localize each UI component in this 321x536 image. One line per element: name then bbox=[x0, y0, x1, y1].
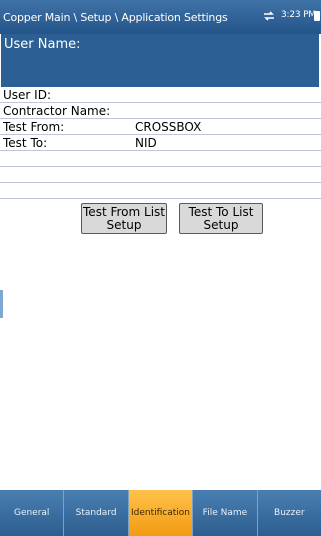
button-label-line2: Setup bbox=[203, 218, 239, 232]
clock-time: 3:23 PM bbox=[281, 10, 316, 20]
test-from-row[interactable]: Test From: CROSSBOX bbox=[0, 119, 321, 135]
test-to-row[interactable]: Test To: NID bbox=[0, 135, 321, 151]
tab-buzzer[interactable]: Buzzer bbox=[257, 490, 321, 536]
user-id-label: User ID: bbox=[3, 87, 51, 102]
user-name-label: User Name: bbox=[4, 37, 81, 52]
tab-general[interactable]: General bbox=[0, 490, 65, 536]
tab-label: General bbox=[13, 508, 50, 518]
tab-identification[interactable]: Identification bbox=[128, 490, 194, 536]
test-to-label: Test To: bbox=[3, 135, 48, 150]
tab-label: Buzzer bbox=[274, 508, 305, 518]
user-name-field[interactable]: User Name: bbox=[1, 34, 319, 87]
tab-file-name[interactable]: File Name bbox=[193, 490, 258, 536]
identification-form: User ID: Contractor Name: Test From: CRO… bbox=[0, 87, 321, 199]
empty-row[interactable] bbox=[0, 151, 321, 167]
user-id-row[interactable]: User ID: bbox=[0, 87, 321, 103]
empty-row[interactable] bbox=[0, 183, 321, 199]
side-scroll-indicator bbox=[0, 290, 3, 318]
tab-label: Identification bbox=[131, 508, 191, 518]
empty-row[interactable] bbox=[0, 167, 321, 183]
test-from-label: Test From: bbox=[3, 119, 65, 134]
test-from-value: CROSSBOX bbox=[135, 119, 202, 134]
title-bar: Copper Main \ Setup \ Application Settin… bbox=[0, 0, 321, 34]
test-to-list-setup-button[interactable]: Test To List Setup bbox=[179, 203, 263, 234]
test-to-value: NID bbox=[135, 135, 157, 150]
contractor-name-label: Contractor Name: bbox=[3, 103, 111, 118]
tab-label: File Name bbox=[202, 508, 248, 518]
usb-icon bbox=[264, 11, 274, 21]
tab-label: Standard bbox=[75, 508, 117, 518]
button-label-line2: Setup bbox=[106, 218, 142, 232]
list-setup-buttons: Test From List Setup Test To List Setup bbox=[0, 200, 321, 236]
settings-tab-bar: General Standard Identification File Nam… bbox=[0, 490, 321, 536]
test-from-list-setup-button[interactable]: Test From List Setup bbox=[81, 203, 167, 234]
contractor-name-row[interactable]: Contractor Name: bbox=[0, 103, 321, 119]
battery-icon bbox=[314, 11, 320, 21]
tab-standard[interactable]: Standard bbox=[64, 490, 129, 536]
